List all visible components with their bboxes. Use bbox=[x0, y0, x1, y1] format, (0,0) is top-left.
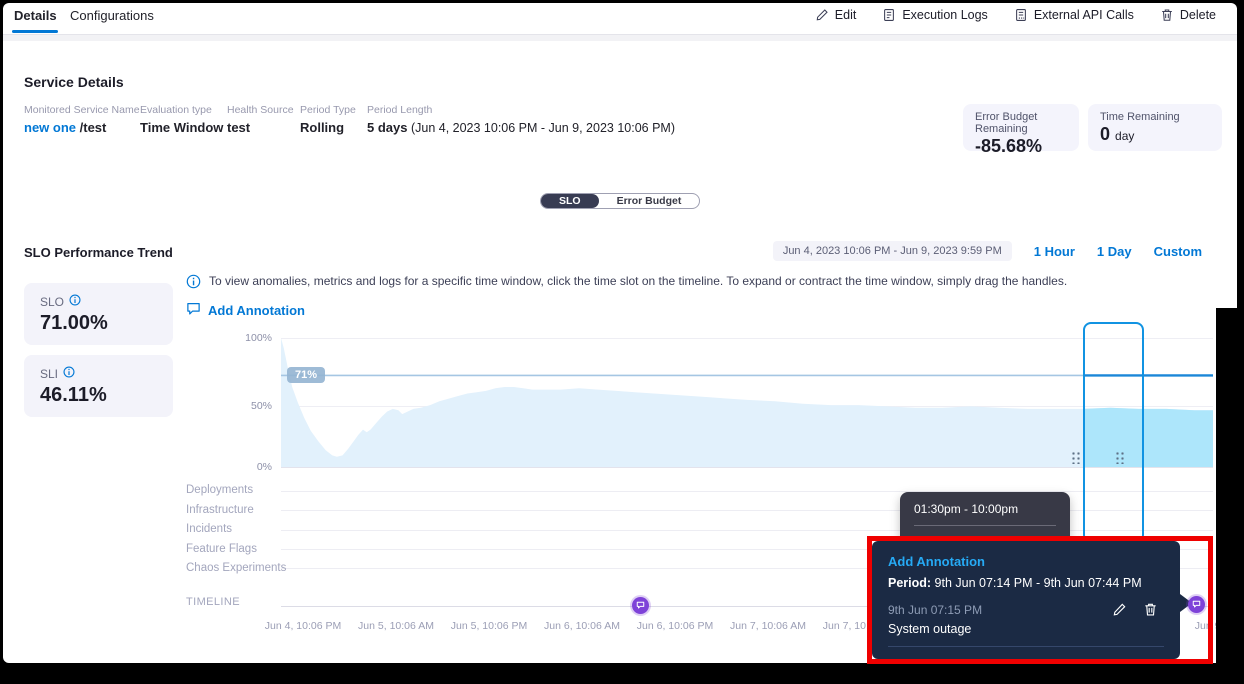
popup-divider bbox=[888, 646, 1164, 647]
field-period-length: Period Length 5 days (Jun 4, 2023 10:06 … bbox=[367, 104, 675, 135]
annotation-bubble-icon bbox=[186, 301, 201, 319]
y-tick-0: 0% bbox=[230, 461, 272, 473]
annotation-entry-time: 9th Jun 07:15 PM bbox=[888, 603, 1112, 617]
tab-details[interactable]: Details bbox=[14, 8, 57, 23]
right-edge-mask bbox=[1216, 308, 1244, 664]
selection-right-handle[interactable] bbox=[1114, 450, 1125, 464]
range-1-hour[interactable]: 1 Hour bbox=[1034, 244, 1075, 259]
header-divider bbox=[3, 34, 1237, 41]
trend-title: SLO Performance Trend bbox=[24, 245, 173, 260]
x-tick: Jun 5, 10:06 AM bbox=[358, 620, 434, 632]
slo-score-card: SLO 71.00% bbox=[24, 283, 173, 345]
active-tab-underline bbox=[12, 30, 58, 33]
info-icon bbox=[186, 274, 201, 294]
document-api-icon bbox=[1014, 8, 1028, 22]
error-budget-remaining-card: Error Budget Remaining -85.68% bbox=[963, 104, 1079, 151]
execution-logs-button[interactable]: Execution Logs bbox=[882, 8, 987, 22]
sli-info-icon[interactable] bbox=[63, 366, 75, 381]
y-tick-100: 100% bbox=[230, 332, 272, 344]
field-period-type: Period Type Rolling bbox=[300, 104, 356, 135]
header-actions: Edit Execution Logs External API Calls D… bbox=[815, 8, 1216, 22]
sli-score-card: SLI 46.11% bbox=[24, 355, 173, 417]
target-percent-chip: 71% bbox=[287, 367, 325, 383]
annotation-delete-icon[interactable] bbox=[1143, 602, 1158, 617]
monitored-service-link[interactable]: new one bbox=[24, 120, 76, 135]
trash-icon bbox=[1160, 8, 1174, 22]
lane-label-chaos-experiments: Chaos Experiments bbox=[186, 562, 286, 574]
x-tick: Jun 5, 10:06 PM bbox=[451, 620, 527, 632]
tooltip-time-range: 01:30pm - 10:00pm bbox=[914, 502, 1056, 516]
lane-line bbox=[281, 491, 1213, 492]
timeline-label: TIMELINE bbox=[186, 596, 240, 608]
lane-label-feature-flags: Feature Flags bbox=[186, 543, 257, 555]
slo-info-icon[interactable] bbox=[69, 294, 81, 309]
range-custom[interactable]: Custom bbox=[1154, 244, 1202, 259]
range-1-day[interactable]: 1 Day bbox=[1097, 244, 1132, 259]
x-tick: Jun 4, 10:06 PM bbox=[265, 620, 341, 632]
popup-add-annotation-link[interactable]: Add Annotation bbox=[888, 554, 1164, 569]
slo-errorbudget-toggle: SLO Error Budget bbox=[540, 193, 700, 209]
tooltip-divider bbox=[914, 525, 1056, 526]
x-tick: Jun 6, 10:06 AM bbox=[544, 620, 620, 632]
annotation-entry-text: System outage bbox=[888, 622, 1164, 636]
lane-line bbox=[281, 530, 1213, 531]
selection-left-handle[interactable] bbox=[1070, 450, 1081, 464]
lane-label-deployments: Deployments bbox=[186, 484, 253, 496]
annotation-popup: Add Annotation Period: 9th Jun 07:14 PM … bbox=[872, 541, 1180, 659]
field-health-source: Health Source test bbox=[227, 104, 294, 135]
toggle-error-budget[interactable]: Error Budget bbox=[599, 194, 700, 208]
external-api-calls-button[interactable]: External API Calls bbox=[1014, 8, 1134, 22]
time-window-selection[interactable] bbox=[1083, 322, 1144, 543]
tab-configurations[interactable]: Configurations bbox=[70, 8, 154, 23]
slo-area-chart[interactable] bbox=[281, 338, 1213, 467]
app-window: Details Configurations Edit Execution Lo… bbox=[0, 0, 1244, 684]
field-monitored-service-name: Monitored Service Name new one /test bbox=[24, 104, 140, 135]
edit-pencil-icon bbox=[815, 8, 829, 22]
edit-button[interactable]: Edit bbox=[815, 8, 857, 22]
trend-range-controls: Jun 4, 2023 10:06 PM - Jun 9, 2023 9:59 … bbox=[773, 241, 1202, 261]
info-banner: To view anomalies, metrics and logs for … bbox=[186, 274, 1196, 294]
add-annotation-link[interactable]: Add Annotation bbox=[186, 301, 305, 319]
annotation-marker-icon-selected[interactable] bbox=[1188, 596, 1205, 613]
toggle-slo[interactable]: SLO bbox=[541, 194, 599, 208]
lane-label-infrastructure: Infrastructure bbox=[186, 504, 254, 516]
field-evaluation-type: Evaluation type Time Window bbox=[140, 104, 223, 135]
x-tick: Jun 7, 10:06 AM bbox=[730, 620, 806, 632]
time-remaining-card: Time Remaining 0 day bbox=[1088, 104, 1222, 151]
date-range-chip: Jun 4, 2023 10:06 PM - Jun 9, 2023 9:59 … bbox=[773, 241, 1012, 261]
document-icon bbox=[882, 8, 896, 22]
y-tick-50: 50% bbox=[230, 400, 272, 412]
delete-button[interactable]: Delete bbox=[1160, 8, 1216, 22]
service-details-title: Service Details bbox=[24, 74, 124, 90]
lane-line bbox=[281, 510, 1213, 511]
annotation-edit-icon[interactable] bbox=[1112, 602, 1127, 617]
slo-area bbox=[281, 338, 1213, 467]
gridline-0 bbox=[281, 467, 1213, 468]
x-tick: Jun 6, 10:06 PM bbox=[637, 620, 713, 632]
lane-label-incidents: Incidents bbox=[186, 523, 232, 535]
annotation-marker-icon[interactable] bbox=[632, 597, 649, 614]
